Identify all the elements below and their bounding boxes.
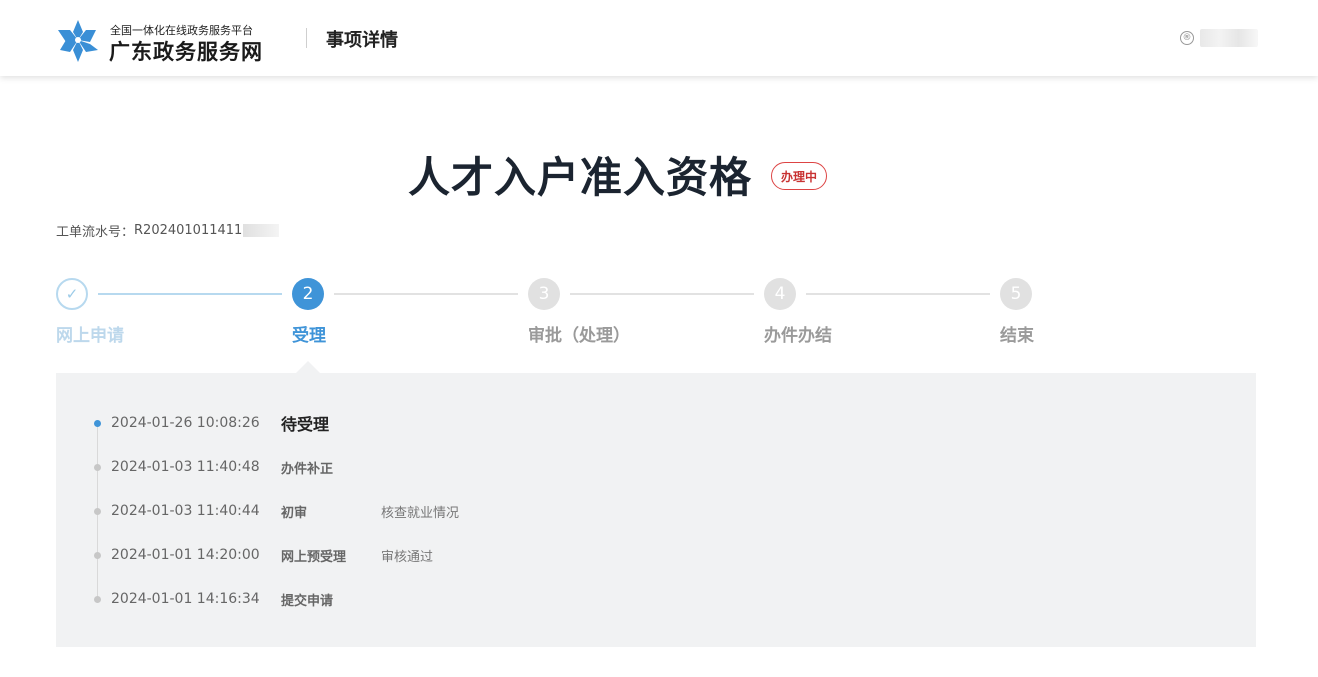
step-number: 4 [764,278,796,310]
header-divider [306,28,307,48]
status-badge: 办理中 [771,162,827,190]
timeline-time: 2024-01-01 14:16:34 [111,591,260,607]
timeline-item: 2024-01-26 10:08:26 待受理 [94,413,329,434]
user-menu[interactable]: ® [1180,28,1258,48]
serial-number: 工单流水号： R202401011411 [56,221,280,240]
step-connector [98,293,282,295]
timeline-status: 网上预受理 [281,549,347,565]
timeline-item: 2024-01-01 14:16:34 提交申请 [94,589,333,609]
step-connector [570,293,754,295]
timeline-status: 提交申请 [281,593,334,609]
step-label: 结束 [1000,326,1034,346]
timeline-time: 2024-01-03 11:40:48 [111,459,260,475]
step-number: 5 [1000,278,1032,310]
timeline-status: 初审 [281,505,308,521]
timeline-time: 2024-01-03 11:40:44 [111,503,260,519]
timeline-item: 2024-01-01 14:20:00 网上预受理 审核通过 [94,545,433,565]
step-number: 3 [528,278,560,310]
timeline-dot [94,463,101,471]
timeline-note: 核查就业情况 [381,505,460,521]
timeline-time: 2024-01-26 10:08:26 [111,415,260,431]
timeline-time: 2024-01-01 14:20:00 [111,547,260,563]
brand-name[interactable]: 广东政务服务网 [109,36,263,66]
timeline-note: 审核通过 [381,549,434,565]
user-icon[interactable]: ® [1180,31,1194,45]
timeline-dot [94,507,101,515]
step-label: 网上申请 [56,326,124,346]
check-icon: ✓ [56,278,88,310]
service-title: 人才入户准入资格 [408,153,753,202]
timeline-item: 2024-01-03 11:40:48 办件补正 [94,457,333,477]
page-title: 事项详情 [326,30,398,51]
serial-value: R202401011411 [134,223,243,238]
step-label: 审批（处理） [528,326,630,346]
top-header: 全国一体化在线政务服务平台 广东政务服务网 事项详情 ® [0,0,1318,76]
timeline-dot [94,595,101,603]
step-connector [334,293,518,295]
serial-label: 工单流水号： [56,225,135,240]
user-name-blurred[interactable] [1200,29,1258,47]
step-connector [806,293,990,295]
step-label: 受理 [292,326,326,346]
platform-logo-icon[interactable] [56,18,100,64]
timeline-dot [94,419,101,427]
step-number: 2 [292,278,324,310]
timeline-status: 办件补正 [281,461,334,477]
timeline-dot [94,551,101,559]
serial-blurred-suffix [243,224,280,237]
timeline-item: 2024-01-03 11:40:44 初审 核查就业情况 [94,501,459,521]
timeline-status: 待受理 [281,415,330,434]
step-label: 办件办结 [764,326,832,346]
panel-pointer [296,361,320,373]
